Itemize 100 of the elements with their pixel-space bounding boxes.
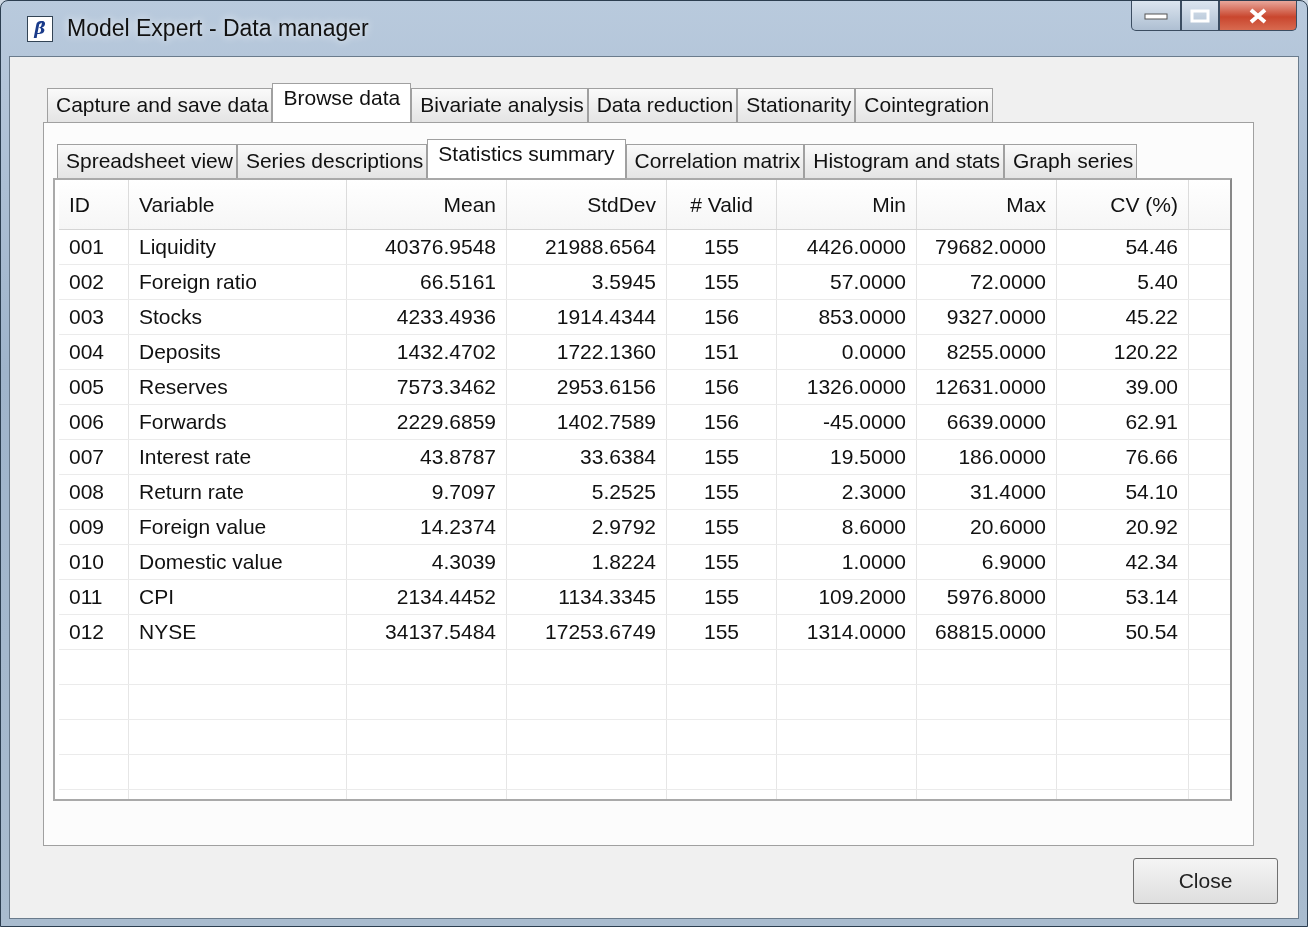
table-cell: Stocks xyxy=(129,300,347,334)
table-cell: 010 xyxy=(59,545,129,579)
maximize-button[interactable] xyxy=(1181,1,1219,31)
table-cell: 9327.0000 xyxy=(917,300,1057,334)
table-cell: Foreign value xyxy=(129,510,347,544)
table-cell: 4426.0000 xyxy=(777,230,917,264)
tab[interactable]: Correlation matrix xyxy=(625,144,805,178)
tab[interactable]: Graph series xyxy=(1004,144,1138,178)
table-cell: 6639.0000 xyxy=(917,405,1057,439)
table-cell: 003 xyxy=(59,300,129,334)
column-header[interactable]: # Valid xyxy=(667,180,777,229)
table-cell: 155 xyxy=(667,475,777,509)
table-cell: 1.0000 xyxy=(777,545,917,579)
table-cell: 004 xyxy=(59,335,129,369)
table-cell: 156 xyxy=(667,405,777,439)
table-cell: 76.66 xyxy=(1057,440,1189,474)
close-button[interactable]: Close xyxy=(1133,858,1278,904)
minimize-button[interactable] xyxy=(1131,1,1181,31)
app-icon: β̂ xyxy=(27,15,53,42)
table-cell: NYSE xyxy=(129,615,347,649)
table-cell: 4.3039 xyxy=(347,545,507,579)
table-cell: 007 xyxy=(59,440,129,474)
minimize-icon xyxy=(1143,10,1169,21)
table-cell: 9.7097 xyxy=(347,475,507,509)
table-cell: 34137.5484 xyxy=(347,615,507,649)
table-cell: 79682.0000 xyxy=(917,230,1057,264)
table-cell: Deposits xyxy=(129,335,347,369)
table-cell: -45.0000 xyxy=(777,405,917,439)
table-cell: 1.8224 xyxy=(507,545,667,579)
table-cell: 54.10 xyxy=(1057,475,1189,509)
table-cell: 19.5000 xyxy=(777,440,917,474)
table-cell: 45.22 xyxy=(1057,300,1189,334)
table-cell: 57.0000 xyxy=(777,265,917,299)
table-cell: 006 xyxy=(59,405,129,439)
tab[interactable]: Statistics summary xyxy=(427,139,626,179)
table-cell: 002 xyxy=(59,265,129,299)
table-cell: 33.6384 xyxy=(507,440,667,474)
table-cell: 120.22 xyxy=(1057,335,1189,369)
tab[interactable]: Spreadsheet view xyxy=(57,144,237,178)
table-cell: 53.14 xyxy=(1057,580,1189,614)
table-cell: 155 xyxy=(667,230,777,264)
column-header[interactable]: StdDev xyxy=(507,180,667,229)
column-header[interactable]: Variable xyxy=(129,180,347,229)
tab[interactable]: Bivariate analysis xyxy=(411,88,588,122)
table-cell: 1326.0000 xyxy=(777,370,917,404)
table-cell: 7573.3462 xyxy=(347,370,507,404)
table-cell: 8.6000 xyxy=(777,510,917,544)
column-header[interactable]: ID xyxy=(59,180,129,229)
table-cell: 17253.6749 xyxy=(507,615,667,649)
table-cell: 001 xyxy=(59,230,129,264)
table-cell: 12631.0000 xyxy=(917,370,1057,404)
table-cell: 156 xyxy=(667,370,777,404)
table-cell: 31.4000 xyxy=(917,475,1057,509)
table-cell: Reserves xyxy=(129,370,347,404)
tab[interactable]: Data reduction xyxy=(587,88,738,122)
table-cell: 155 xyxy=(667,440,777,474)
table-cell: 1134.3345 xyxy=(507,580,667,614)
table-cell: 3.5945 xyxy=(507,265,667,299)
tab[interactable]: Browse data xyxy=(272,83,412,123)
table-cell: 72.0000 xyxy=(917,265,1057,299)
table-cell: Return rate xyxy=(129,475,347,509)
table-cell: 156 xyxy=(667,300,777,334)
table-cell: 1914.4344 xyxy=(507,300,667,334)
table-cell: 1432.4702 xyxy=(347,335,507,369)
table-cell: Liquidity xyxy=(129,230,347,264)
table-cell: 2134.4452 xyxy=(347,580,507,614)
tab[interactable]: Stationarity xyxy=(737,88,856,122)
table-cell: 155 xyxy=(667,615,777,649)
table-cell: 009 xyxy=(59,510,129,544)
table-cell: 20.6000 xyxy=(917,510,1057,544)
table-cell: 62.91 xyxy=(1057,405,1189,439)
table-cell: 5.2525 xyxy=(507,475,667,509)
table-cell: 109.2000 xyxy=(777,580,917,614)
table-cell: 2.9792 xyxy=(507,510,667,544)
column-header[interactable]: CV (%) xyxy=(1057,180,1189,229)
table-cell: CPI xyxy=(129,580,347,614)
table-cell: 2229.6859 xyxy=(347,405,507,439)
tab[interactable]: Capture and save data xyxy=(47,88,273,122)
table-cell: Interest rate xyxy=(129,440,347,474)
table-cell: 186.0000 xyxy=(917,440,1057,474)
table-cell: 6.9000 xyxy=(917,545,1057,579)
maximize-icon xyxy=(1189,7,1211,24)
column-header[interactable]: Max xyxy=(917,180,1057,229)
table-cell: 5976.8000 xyxy=(917,580,1057,614)
tab[interactable]: Histogram and stats xyxy=(804,144,1005,178)
table-cell: 155 xyxy=(667,545,777,579)
table-cell: 011 xyxy=(59,580,129,614)
table-cell: 20.92 xyxy=(1057,510,1189,544)
tab[interactable]: Series descriptions xyxy=(236,144,428,178)
table-cell: 21988.6564 xyxy=(507,230,667,264)
table-cell: 5.40 xyxy=(1057,265,1189,299)
close-button[interactable] xyxy=(1219,1,1297,31)
table-cell: 1402.7589 xyxy=(507,405,667,439)
table-cell: 155 xyxy=(667,580,777,614)
tab[interactable]: Cointegration xyxy=(855,88,994,122)
column-header[interactable]: Min xyxy=(777,180,917,229)
table-cell: 151 xyxy=(667,335,777,369)
table-cell: 0.0000 xyxy=(777,335,917,369)
table-cell: 66.5161 xyxy=(347,265,507,299)
column-header[interactable]: Mean xyxy=(347,180,507,229)
